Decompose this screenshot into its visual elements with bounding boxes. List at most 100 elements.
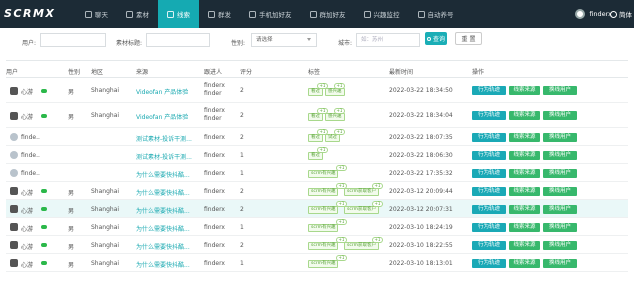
city-filter-input[interactable]: 如：苏州 (356, 33, 420, 47)
nav-item-3[interactable]: 群发 (199, 0, 240, 28)
track-button[interactable]: 行为轨迹 (472, 240, 506, 250)
track-button[interactable]: 行为轨迹 (472, 132, 506, 142)
table-row[interactable]: finde.. 为什么需要快抖酷... finderx 1 scrm有兴趣 +1 2022-… (6, 164, 628, 182)
tag-badge: 试过 (325, 134, 340, 142)
track-button[interactable]: 行为轨迹 (472, 111, 506, 120)
nav-item-label: 手机加好友 (259, 11, 292, 19)
follower-cell: finderx finder (204, 107, 225, 122)
track-button[interactable]: 行为轨迹 (472, 258, 506, 268)
search-button-label: 查询 (432, 36, 445, 43)
region-cell: Shanghai (91, 259, 120, 267)
follower-cell: finderx (204, 169, 225, 177)
avatar (10, 205, 18, 213)
change-user-button[interactable]: 换线用户 (543, 204, 577, 214)
source-button[interactable]: 线索来源 (509, 240, 540, 250)
tag-badge: 看过 (308, 152, 323, 160)
table-row[interactable]: finde.. 测试素材-投诉干测... finderx 1 看过 +1 2022-03-2… (6, 146, 628, 164)
score-cell: 2 (240, 205, 244, 213)
track-button[interactable]: 行为轨迹 (472, 204, 506, 214)
change-user-button[interactable]: 换线用户 (543, 111, 577, 120)
track-button[interactable]: 行为轨迹 (472, 186, 506, 196)
table-row[interactable]: 心游 男 Shanghai Videofan 产品体验 finderx finder 2 看… (6, 103, 628, 128)
search-button[interactable]: 查询 (425, 32, 447, 45)
source-link[interactable]: 测试素材-投诉干测... (136, 134, 192, 143)
column-header: 性别 (68, 69, 81, 76)
tag-count-badge: +1 (372, 183, 383, 189)
table-row[interactable]: finde.. 测试素材-投诉干测... finderx 2 看过 +1 试过 +1 2022-… (6, 128, 628, 146)
nav-item-label: 群加好友 (319, 11, 346, 19)
nav-item-1[interactable]: 素材 (117, 0, 158, 28)
reset-button[interactable]: 重 置 (455, 32, 482, 45)
follower-cell: finderx (204, 241, 225, 249)
source-button[interactable]: 线索来源 (509, 132, 540, 142)
wechat-icon (41, 88, 47, 93)
change-user-button[interactable]: 换线用户 (543, 258, 577, 268)
table-row[interactable]: 心游 男 Shanghai 为什么需要快抖酷... finderx 2 scrm有兴趣 +1 s… (6, 236, 628, 254)
source-link[interactable]: 为什么需要快抖酷... (136, 206, 190, 215)
user-filter-label: 用户: (22, 40, 37, 47)
source-button[interactable]: 线索来源 (509, 111, 540, 120)
change-user-button[interactable]: 换线用户 (543, 168, 577, 178)
user-filter-input[interactable] (40, 33, 106, 47)
user-menu[interactable]: finderx (575, 0, 612, 28)
gender-select[interactable]: 请选择 (251, 33, 317, 47)
change-user-button[interactable]: 换线用户 (543, 186, 577, 196)
nav-item-5[interactable]: 群加好友 (301, 0, 355, 28)
table-row[interactable]: 心游 男 Shanghai 为什么需要快抖酷... finderx 1 scrm有兴趣 +1 2… (6, 218, 628, 236)
source-link[interactable]: 为什么需要快抖酷... (136, 260, 190, 269)
table-row[interactable]: 心游 男 Shanghai Videofan 产品体验 finderx finder 2 看… (6, 78, 628, 103)
nav-item-6[interactable]: 兴趣监控 (355, 0, 409, 28)
source-button[interactable]: 线索来源 (509, 150, 540, 160)
material-filter-label: 素材标题: (116, 40, 143, 47)
source-link[interactable]: Videofan 产品体验 (136, 112, 188, 121)
change-user-button[interactable]: 换线用户 (543, 86, 577, 95)
change-user-button[interactable]: 换线用户 (543, 150, 577, 160)
source-link[interactable]: 为什么需要快抖酷... (136, 242, 190, 251)
table-row[interactable]: 心游 男 Shanghai 为什么需要快抖酷... finderx 2 scrm有兴趣 +1 s… (6, 182, 628, 200)
tag-badge: scrm获取客户 (344, 188, 379, 196)
nav-item-0[interactable]: 聊天 (76, 0, 117, 28)
source-link[interactable]: 为什么需要快抖酷... (136, 188, 190, 197)
source-button[interactable]: 线索来源 (509, 168, 540, 178)
tag-count-badge: +1 (336, 219, 347, 225)
main-nav: 聊天 素材 线索 群发 手机加好友 群加好友 兴趣监控 自动养号 (76, 0, 463, 28)
source-link[interactable]: 为什么需要快抖酷... (136, 170, 190, 179)
robot-icon (417, 10, 425, 18)
nav-item-4[interactable]: 手机加好友 (240, 0, 301, 28)
language-switch[interactable]: 简体 (610, 0, 632, 28)
source-button[interactable]: 线索来源 (509, 86, 540, 95)
source-button[interactable]: 线索来源 (509, 258, 540, 268)
wechat-icon (41, 261, 47, 265)
track-button[interactable]: 行为轨迹 (472, 86, 506, 95)
table-row[interactable]: 心游 男 Shanghai 为什么需要快抖酷... finderx 2 scrm有兴趣 +1 s… (6, 200, 628, 218)
change-user-button[interactable]: 换线用户 (543, 132, 577, 142)
user-name: 心游 (21, 207, 34, 215)
nav-item-7[interactable]: 自动养号 (409, 0, 463, 28)
change-user-button[interactable]: 换线用户 (543, 222, 577, 232)
track-button[interactable]: 行为轨迹 (472, 168, 506, 178)
column-header: 操作 (472, 69, 485, 76)
follower-cell: finderx (204, 187, 225, 195)
time-cell: 2022-03-10 18:24:19 (389, 223, 453, 231)
wechat-icon (41, 243, 47, 247)
source-link[interactable]: Videofan 产品体验 (136, 87, 188, 96)
filter-bar: 用户: 素材标题: 性别: 请选择 城市: 如：苏州 查询 重 置 (0, 28, 634, 54)
source-link[interactable]: 为什么需要快抖酷... (136, 224, 190, 233)
source-button[interactable]: 线索来源 (509, 222, 540, 232)
user-name: 心游 (21, 89, 34, 96)
change-user-button[interactable]: 换线用户 (543, 240, 577, 250)
reset-button-label: 重 置 (461, 36, 476, 43)
table-row[interactable]: 心游 男 Shanghai 为什么需要快抖酷... finderx 1 scrm有兴趣 +1 2… (6, 254, 628, 272)
source-button[interactable]: 线索来源 (509, 186, 540, 196)
city-filter-label: 城市: (338, 40, 353, 47)
avatar (10, 241, 18, 249)
user-name: finde.. (21, 151, 40, 159)
gender-cell: 男 (68, 207, 75, 215)
track-button[interactable]: 行为轨迹 (472, 222, 506, 232)
nav-item-2[interactable]: 线索 (158, 0, 199, 28)
source-button[interactable]: 线索来源 (509, 204, 540, 214)
app-logo[interactable]: SCRMX (4, 6, 72, 21)
source-link[interactable]: 测试素材-投诉干测... (136, 152, 192, 161)
track-button[interactable]: 行为轨迹 (472, 150, 506, 160)
material-filter-input[interactable] (146, 33, 210, 47)
